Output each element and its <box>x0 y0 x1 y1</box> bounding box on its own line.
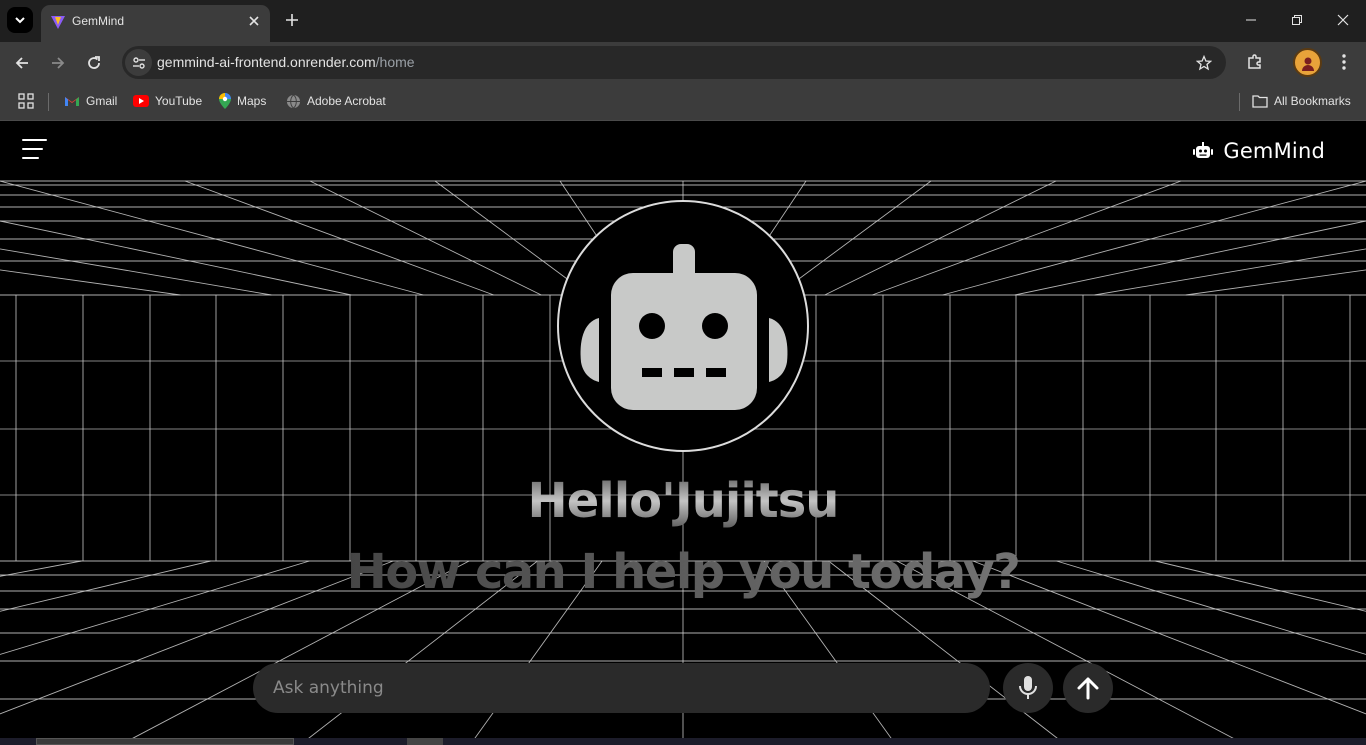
apps-grid-icon <box>18 93 34 109</box>
more-vert-icon <box>1342 54 1346 70</box>
bookmarks-divider <box>1239 93 1240 111</box>
bookmark-label: Gmail <box>86 94 118 108</box>
browser-menu-button[interactable] <box>1332 49 1356 75</box>
robot-avatar <box>557 200 809 452</box>
star-icon <box>1196 55 1212 71</box>
back-button[interactable] <box>8 49 36 77</box>
menu-bar <box>22 148 43 150</box>
url-host: gemmind-ai-frontend.onrender.com <box>157 54 376 70</box>
grid-line <box>309 180 542 296</box>
folder-icon <box>1252 95 1268 108</box>
tune-icon <box>132 56 145 69</box>
greeting-heading: Hello'Jujitsu <box>0 473 1366 529</box>
close-icon <box>1337 14 1349 26</box>
menu-button[interactable] <box>22 139 48 163</box>
gmail-icon <box>65 97 79 106</box>
forward-button[interactable] <box>44 49 72 77</box>
person-icon <box>1301 57 1314 71</box>
send-button[interactable] <box>1063 663 1113 713</box>
address-bar[interactable]: gemmind-ai-frontend.onrender.com/home <box>122 46 1226 79</box>
grid-line <box>0 180 424 296</box>
tab-gemmind[interactable]: GemMind <box>41 5 270 42</box>
puzzle-icon <box>1248 54 1261 69</box>
close-icon <box>249 16 259 26</box>
menu-bar <box>22 157 39 159</box>
ask-input[interactable] <box>273 663 973 713</box>
bookmark-maps[interactable]: Maps <box>219 92 266 110</box>
restore-icon <box>1292 15 1302 25</box>
robot-icon <box>1193 142 1214 158</box>
profile-avatar[interactable] <box>1293 48 1322 77</box>
url-text: gemmind-ai-frontend.onrender.com/home <box>157 54 415 70</box>
reload-button[interactable] <box>80 49 108 77</box>
grid-line <box>872 180 1182 296</box>
all-bookmarks-label: All Bookmarks <box>1274 94 1351 108</box>
reload-icon <box>88 56 100 69</box>
extensions-button[interactable] <box>1242 49 1268 75</box>
taskbar-item <box>407 738 443 745</box>
minimize-icon <box>1246 19 1256 21</box>
new-tab-button[interactable] <box>281 9 303 31</box>
grid-line <box>942 180 1366 296</box>
microphone-icon <box>1019 676 1037 699</box>
arrow-left-icon <box>15 57 28 69</box>
globe-icon <box>286 94 301 108</box>
minimize-button[interactable] <box>1228 0 1274 40</box>
bookmark-youtube[interactable]: YouTube <box>133 92 202 110</box>
tab-strip: GemMind <box>0 0 1366 42</box>
maps-icon <box>219 93 231 109</box>
mic-button[interactable] <box>1003 663 1053 713</box>
robot-icon <box>580 244 788 410</box>
tab-title: GemMind <box>72 14 125 28</box>
bookmark-label: Maps <box>237 94 267 108</box>
browser-toolbar: gemmind-ai-frontend.onrender.com/home <box>0 42 1366 83</box>
gemmind-page: GemMind Hello'Jujitsu How can I help you… <box>0 121 1366 745</box>
grid-line <box>1185 269 1366 296</box>
brand: GemMind <box>1193 139 1325 163</box>
tab-search-button[interactable] <box>7 7 33 33</box>
bookmark-star-button[interactable] <box>1194 53 1214 73</box>
grid-line <box>0 269 181 296</box>
taskbar-edge <box>0 738 1366 745</box>
arrow-right-icon <box>52 57 65 69</box>
chevron-down-icon <box>15 17 25 24</box>
brand-name: GemMind <box>1223 139 1325 163</box>
subtitle-heading: How can I help you today? <box>0 544 1366 600</box>
apps-button[interactable] <box>18 92 34 110</box>
vite-favicon-icon <box>51 16 65 29</box>
all-bookmarks-button[interactable]: All Bookmarks <box>1252 92 1351 110</box>
grid-line <box>0 220 352 296</box>
grid-line <box>1014 220 1366 296</box>
taskbar-item <box>36 738 294 745</box>
grid-line <box>824 180 1057 296</box>
bookmarks-bar: Gmail YouTube Maps Adobe Acrobat All Boo… <box>0 83 1366 121</box>
bookmark-label: Adobe Acrobat <box>307 94 386 108</box>
url-path: /home <box>375 54 415 70</box>
site-info-button[interactable] <box>125 49 152 76</box>
bookmark-gmail[interactable]: Gmail <box>64 92 117 110</box>
bookmark-adobe-acrobat[interactable]: Adobe Acrobat <box>286 92 386 110</box>
youtube-icon <box>133 95 149 107</box>
arrow-up-icon <box>1077 677 1099 700</box>
prompt-box <box>253 663 990 713</box>
tab-close-button[interactable] <box>246 13 262 29</box>
grid-line <box>184 180 494 296</box>
bookmark-label: YouTube <box>155 94 203 108</box>
plus-icon <box>286 14 298 26</box>
menu-bar <box>22 139 47 141</box>
close-window-button[interactable] <box>1320 0 1366 40</box>
restore-button[interactable] <box>1274 0 1320 40</box>
bookmarks-divider <box>48 93 49 111</box>
